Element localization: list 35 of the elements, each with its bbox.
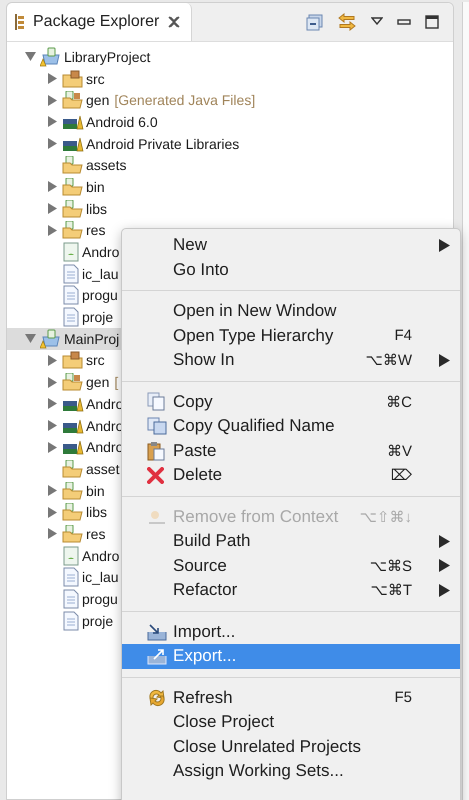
tree-item-label: Android 6.0 [86,114,158,130]
tree-item-label: proje [82,612,114,629]
tree-item-label: progu [82,287,118,304]
tree-item-label: gen [86,374,110,390]
shortcut-text: F4 [394,327,412,344]
tree-item-label: asset [86,460,120,477]
tree-item-label: proje [82,309,114,326]
decoration-text: [Generated Java Files] [114,92,256,108]
tree-item-label: src [86,352,105,368]
tree-item-label: Android Private Libraries [86,136,240,152]
shortcut-text: F5 [394,689,412,706]
tree-item-label: res [86,222,106,238]
shortcut-text: ⌥⌘T [370,581,412,600]
tree-item-label: ic_lau [82,569,119,586]
decoration-text: [ [114,374,118,390]
tree-item-label: Andro [82,244,120,260]
tree-item-label: bin [86,482,105,499]
shortcut-text: ⌥⌘W [366,351,412,370]
tree-item-label: gen [86,92,110,108]
tree-item-label: ic_lau [82,266,119,282]
tree-item-label: libs [86,504,108,520]
tree-item-label: progu [82,591,118,608]
shortcut-text: ⌘C [386,392,412,411]
tree-item-label: Andro [82,548,120,564]
shortcut-text: ⌘V [386,442,412,460]
tree-item-label: res [86,526,106,542]
tree-item-label: MainProj [64,330,120,347]
tree-item-label: bin [86,178,105,195]
tree-item-label: assets [86,157,126,174]
shortcut-text: ⌦ [390,466,412,484]
tree-item-label: src [86,70,105,87]
tree-item-label: libs [86,200,108,217]
tree-item-label: LibraryProject [64,48,150,65]
shortcut-text: ⌥⌘S [370,556,412,575]
shortcut-text: ⌥⇧⌘↓ [360,508,412,526]
